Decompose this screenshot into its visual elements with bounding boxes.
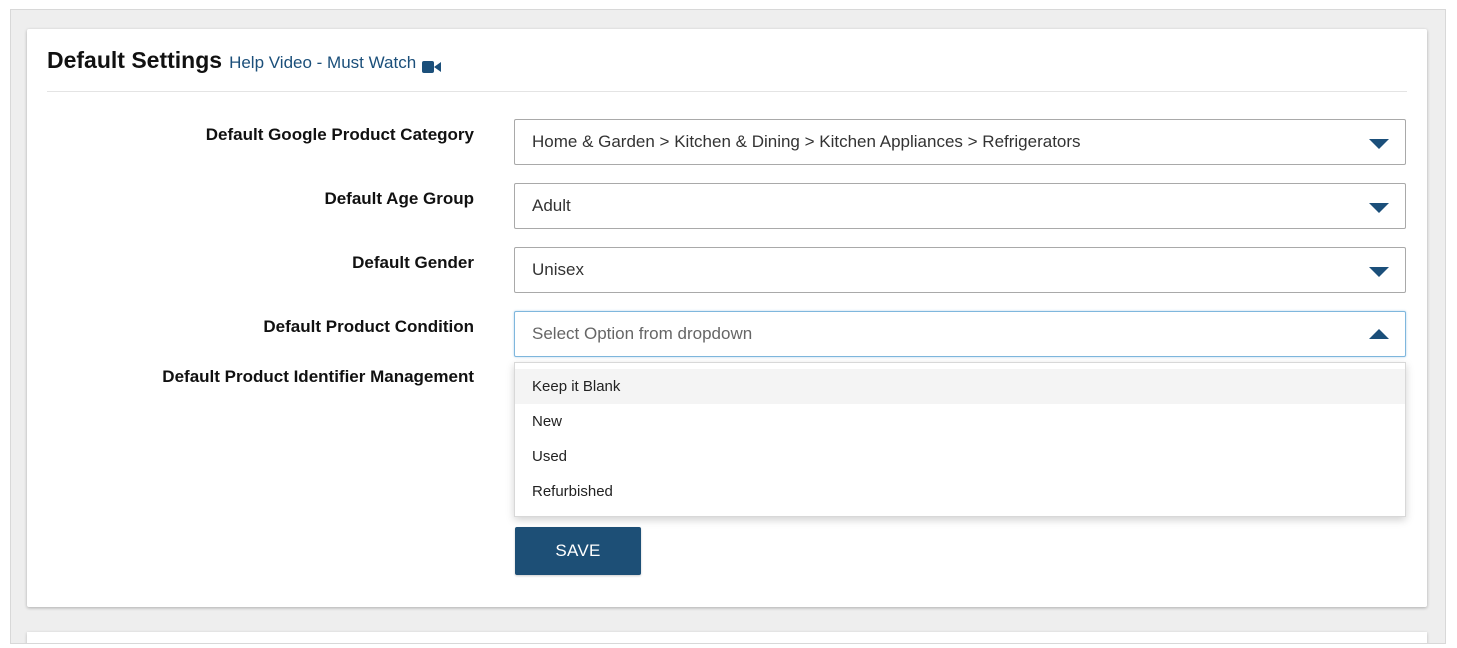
product-condition-select[interactable]: Select Option from dropdown	[514, 311, 1406, 357]
chevron-down-icon	[1369, 267, 1389, 277]
dropdown-option-used[interactable]: Used	[515, 439, 1405, 474]
dropdown-option-keep-blank[interactable]: Keep it Blank	[515, 369, 1405, 404]
dropdown-option-refurbished[interactable]: Refurbished	[515, 474, 1405, 509]
age-group-label: Default Age Group	[324, 189, 474, 208]
chevron-down-icon	[1369, 139, 1389, 149]
next-card	[27, 632, 1427, 643]
product-condition-placeholder: Select Option from dropdown	[532, 324, 753, 343]
product-identifier-label: Default Product Identifier Management	[162, 367, 474, 386]
product-condition-label: Default Product Condition	[263, 317, 474, 336]
google-product-category-label: Default Google Product Category	[205, 125, 474, 144]
product-condition-dropdown: Keep it Blank New Used Refurbished	[514, 362, 1406, 517]
dropdown-option-new[interactable]: New	[515, 404, 1405, 439]
help-video-link[interactable]: Help Video - Must Watch	[229, 53, 442, 73]
default-settings-card: Default Settings Help Video - Must Watch…	[27, 29, 1427, 607]
gender-label: Default Gender	[352, 253, 474, 272]
chevron-down-icon	[1369, 203, 1389, 213]
gender-value: Unisex	[532, 260, 584, 279]
help-video-link-label: Help Video - Must Watch	[229, 53, 417, 72]
age-group-select[interactable]: Adult	[514, 183, 1406, 229]
google-product-category-value: Home & Garden > Kitchen & Dining > Kitch…	[532, 132, 1081, 151]
page-frame: Default Settings Help Video - Must Watch…	[10, 9, 1446, 644]
gender-select[interactable]: Unisex	[514, 247, 1406, 293]
chevron-up-icon	[1369, 329, 1389, 339]
age-group-value: Adult	[532, 196, 571, 215]
google-product-category-select[interactable]: Home & Garden > Kitchen & Dining > Kitch…	[514, 119, 1406, 165]
save-button[interactable]: SAVE	[515, 527, 641, 575]
header-divider	[47, 91, 1407, 92]
video-camera-icon	[422, 58, 442, 73]
page-title: Default Settings	[47, 47, 223, 73]
card-header: Default Settings Help Video - Must Watch	[47, 47, 442, 74]
